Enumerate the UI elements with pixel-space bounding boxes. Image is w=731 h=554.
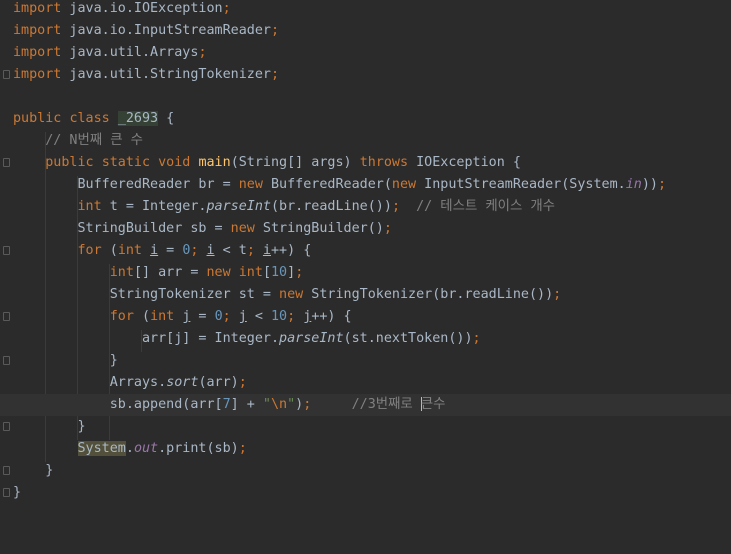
code-line[interactable]: StringTokenizer st = new StringTokenizer… bbox=[0, 284, 731, 306]
code-line-text: int[] arr = new int[10]; bbox=[109, 265, 304, 280]
code-line-text: } bbox=[13, 485, 22, 500]
code-line[interactable]: System.out.print(sb); bbox=[0, 438, 731, 460]
code-line[interactable]: public static void main(String[] args) t… bbox=[0, 152, 731, 174]
code-line[interactable]: import java.util.StringTokenizer; bbox=[0, 64, 731, 86]
code-line[interactable]: // N번째 큰 수 bbox=[0, 130, 731, 152]
code-line[interactable]: public class _2693 { bbox=[0, 108, 731, 130]
code-line-text: System.out.print(sb); bbox=[77, 441, 247, 456]
code-line[interactable]: sb.append(arr[7] + "\n"); //3번째로 큰수 bbox=[0, 394, 731, 416]
code-line-text: import java.util.StringTokenizer; bbox=[13, 67, 280, 82]
code-line[interactable]: arr[j] = Integer.parseInt(st.nextToken()… bbox=[0, 328, 731, 350]
code-line-text: } bbox=[13, 419, 86, 434]
code-line[interactable]: } bbox=[0, 460, 731, 482]
code-line[interactable]: } bbox=[0, 416, 731, 438]
code-line-text: // N번째 큰 수 bbox=[45, 133, 143, 148]
code-line[interactable]: import java.io.IOException; bbox=[0, 0, 731, 20]
code-line-text: } bbox=[13, 463, 54, 478]
code-line[interactable]: import java.io.InputStreamReader; bbox=[0, 20, 731, 42]
code-line-text: StringBuilder sb = new StringBuilder(); bbox=[13, 221, 392, 236]
code-line-text: sb.append(arr[7] + "\n"); //3번째로 큰수 bbox=[13, 397, 446, 412]
code-line-text: Arrays.sort(arr); bbox=[13, 375, 247, 390]
code-line[interactable]: int t = Integer.parseInt(br.readLine());… bbox=[0, 196, 731, 218]
code-line-text: public class _2693 { bbox=[13, 111, 175, 126]
code-line-text: } bbox=[13, 353, 118, 368]
code-line[interactable]: import java.util.Arrays; bbox=[0, 42, 731, 64]
code-line[interactable]: } bbox=[0, 350, 731, 372]
code-line[interactable]: StringBuilder sb = new StringBuilder(); bbox=[0, 218, 731, 240]
code-line[interactable]: } bbox=[0, 482, 731, 504]
code-line-text: for (int j = 0; j < 10; j++) { bbox=[109, 309, 352, 324]
code-line[interactable] bbox=[0, 86, 731, 108]
code-line-text: public static void main(String[] args) t… bbox=[45, 155, 521, 170]
code-line[interactable]: BufferedReader br = new BufferedReader(n… bbox=[0, 174, 731, 196]
code-line-text: import java.io.IOException; bbox=[13, 1, 231, 16]
code-line-text: arr[j] = Integer.parseInt(st.nextToken()… bbox=[13, 331, 481, 346]
code-line[interactable]: for (int j = 0; j < 10; j++) { bbox=[0, 306, 731, 328]
code-line-text: for (int i = 0; i < t; i++) { bbox=[77, 243, 312, 258]
code-line[interactable]: int[] arr = new int[10]; bbox=[0, 262, 731, 284]
code-line-text: StringTokenizer st = new StringTokenizer… bbox=[13, 287, 562, 302]
code-line[interactable]: Arrays.sort(arr); bbox=[0, 372, 731, 394]
code-line[interactable]: for (int i = 0; i < t; i++) { bbox=[0, 240, 731, 262]
code-editor[interactable]: import java.io.IOException; import java.i… bbox=[0, 0, 731, 554]
code-line-text: import java.util.Arrays; bbox=[13, 45, 207, 60]
code-line-text: int t = Integer.parseInt(br.readLine());… bbox=[77, 199, 556, 214]
code-line-text: import java.io.InputStreamReader; bbox=[13, 23, 280, 38]
text-caret bbox=[420, 397, 422, 411]
code-line-text: BufferedReader br = new BufferedReader(n… bbox=[13, 177, 667, 192]
